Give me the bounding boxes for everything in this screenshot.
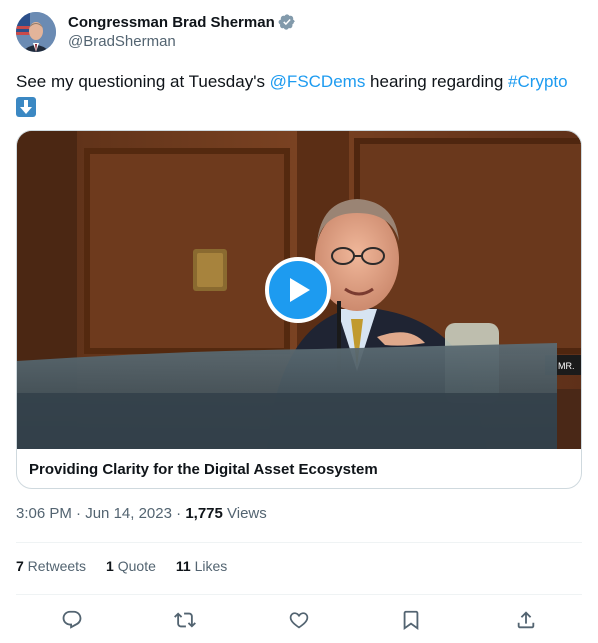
card-title[interactable]: Providing Clarity for the Digital Asset …	[29, 461, 378, 478]
like-icon	[289, 612, 309, 629]
video-card[interactable]: MR. Providing Clarity for the Digital As…	[16, 130, 582, 489]
tweet-time[interactable]: 3:06 PM	[16, 505, 72, 522]
retweet-icon	[174, 612, 196, 628]
bookmark-button[interactable]	[398, 607, 424, 633]
tweet-meta: 3:06 PM · Jun 14, 2023 · 1,775 Views	[16, 505, 267, 522]
reply-icon	[62, 610, 82, 629]
likes-stat[interactable]: 11 Likes	[176, 558, 227, 574]
video-thumbnail[interactable]: MR.	[17, 131, 581, 449]
share-icon	[517, 611, 535, 629]
divider	[16, 594, 582, 595]
hashtag-link[interactable]: #Crypto	[508, 72, 568, 91]
tweet-text-part: hearing regarding	[365, 72, 509, 91]
like-button[interactable]	[286, 607, 312, 633]
quotes-count: 1	[106, 558, 114, 574]
play-button[interactable]	[265, 257, 331, 323]
verified-badge-icon[interactable]	[278, 13, 296, 31]
likes-count: 11	[175, 558, 191, 574]
avatar[interactable]	[16, 12, 56, 52]
meta-separator: ·	[71, 505, 86, 522]
retweet-button[interactable]	[172, 607, 198, 633]
divider	[16, 542, 582, 543]
quotes-stat[interactable]: 1 Quote	[106, 558, 156, 574]
engagement-stats: 7 Retweets 1 Quote 11 Likes	[16, 558, 247, 574]
action-bar	[0, 603, 598, 637]
retweets-label: Retweets	[23, 558, 87, 574]
meta-separator: ·	[171, 505, 186, 522]
play-icon	[290, 278, 310, 302]
share-button[interactable]	[513, 607, 539, 633]
quotes-label: Quote	[113, 558, 156, 574]
nameplate-text: MR.	[558, 361, 575, 371]
handle[interactable]: @BradSherman	[68, 33, 176, 50]
retweets-stat[interactable]: 7 Retweets	[16, 558, 86, 574]
retweets-count: 7	[16, 558, 24, 574]
tweet: Congressman Brad Sherman @BradSherman Se…	[0, 0, 598, 643]
mention-link[interactable]: @FSCDems	[270, 72, 366, 91]
tweet-text-part: See my questioning at Tuesday's	[16, 72, 270, 91]
tweet-text: See my questioning at Tuesday's @FSCDems…	[16, 71, 582, 119]
author-name-row[interactable]: Congressman Brad Sherman	[68, 12, 296, 32]
views-label: Views	[222, 505, 267, 522]
tweet-date[interactable]: Jun 14, 2023	[85, 505, 172, 522]
reply-button[interactable]	[59, 607, 85, 633]
bookmark-icon	[403, 610, 419, 631]
likes-label: Likes	[190, 558, 228, 574]
down-arrow-emoji-icon	[16, 97, 36, 117]
display-name[interactable]: Congressman Brad Sherman	[68, 14, 275, 31]
views-count: 1,775	[185, 505, 223, 522]
